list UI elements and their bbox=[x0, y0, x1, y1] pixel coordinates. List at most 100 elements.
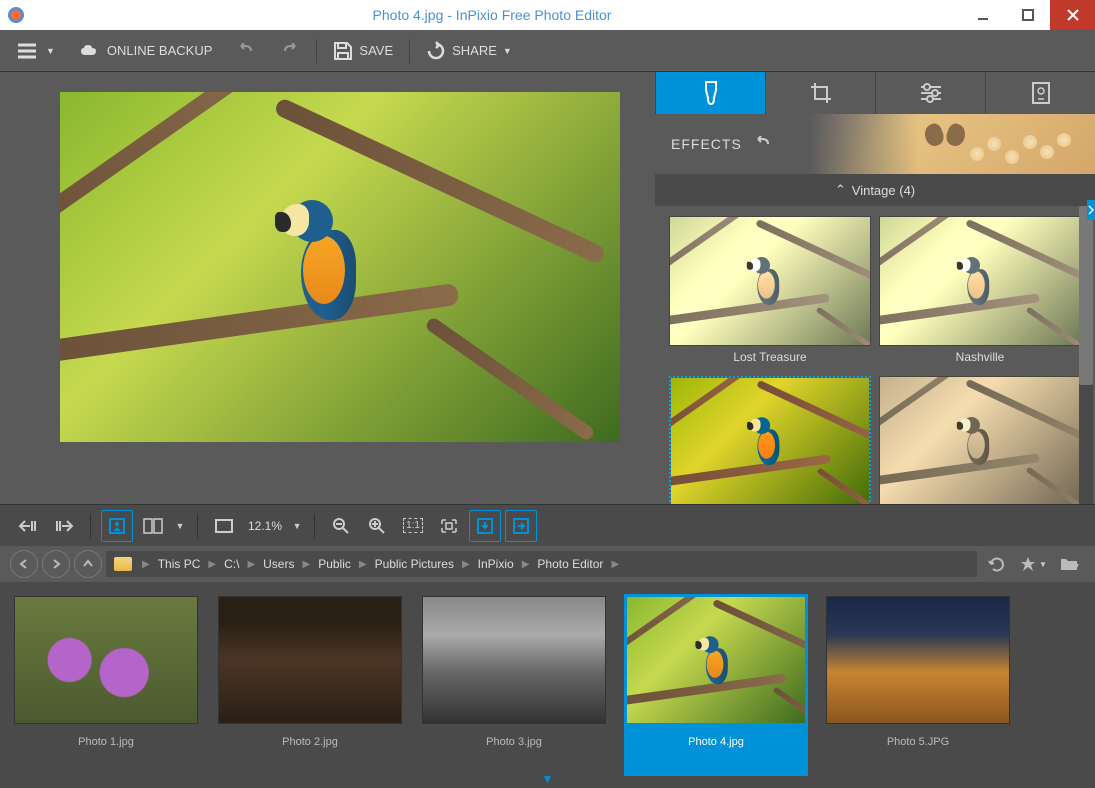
film-label: Photo 5.JPG bbox=[826, 724, 1010, 748]
breadcrumb-path[interactable]: ▶ This PC▶C:\▶Users▶Public▶Public Pictur… bbox=[106, 551, 977, 577]
breadcrumb-arrow: ▶ bbox=[520, 559, 532, 570]
breadcrumb-segment[interactable]: Public Pictures bbox=[371, 557, 458, 571]
minimize-button[interactable] bbox=[960, 0, 1005, 30]
close-button[interactable] bbox=[1050, 0, 1095, 30]
film-thumb bbox=[14, 596, 198, 724]
filmstrip-item[interactable]: Photo 2.jpg bbox=[218, 596, 402, 774]
filmstrip-item[interactable]: Photo 4.jpg bbox=[624, 594, 808, 776]
export-button[interactable] bbox=[505, 510, 537, 542]
open-folder-button[interactable] bbox=[1053, 548, 1085, 580]
zoom-actual-button[interactable]: 1:1 bbox=[397, 510, 429, 542]
breadcrumb-arrow: ▶ bbox=[357, 559, 369, 570]
effects-category-header[interactable]: ⌃ Vintage (4) bbox=[655, 174, 1095, 206]
right-panel: EFFECTS ⌃ Vintage (4) Lost Treasure Nashv… bbox=[655, 72, 1095, 504]
share-icon bbox=[426, 41, 446, 61]
favorites-button[interactable]: ▼ bbox=[1017, 548, 1049, 580]
film-label: Photo 1.jpg bbox=[14, 724, 198, 748]
online-backup-button[interactable]: ONLINE BACKUP bbox=[71, 39, 220, 63]
butterfly-decoration bbox=[925, 124, 965, 156]
breadcrumb-segment[interactable]: Public bbox=[314, 557, 355, 571]
breadcrumb-bar: ▶ This PC▶C:\▶Users▶Public▶Public Pictur… bbox=[0, 546, 1095, 582]
app-icon bbox=[8, 7, 24, 23]
effect-lost-treasure[interactable]: Lost Treasure bbox=[669, 216, 871, 368]
tab-frames[interactable] bbox=[985, 72, 1095, 114]
effect-past[interactable]: Past bbox=[669, 376, 871, 504]
save-button[interactable]: SAVE bbox=[325, 37, 401, 65]
effect-label: Nashville bbox=[879, 346, 1081, 368]
next-image-button[interactable] bbox=[48, 510, 80, 542]
film-thumb bbox=[422, 596, 606, 724]
film-thumb bbox=[218, 596, 402, 724]
effect-thumb bbox=[669, 216, 871, 346]
folder-icon bbox=[114, 557, 132, 571]
filmstrip-item[interactable]: Photo 3.jpg bbox=[422, 596, 606, 774]
breadcrumb-arrow: ▶ bbox=[245, 559, 257, 570]
film-label: Photo 3.jpg bbox=[422, 724, 606, 748]
effect-nashville[interactable]: Nashville bbox=[879, 216, 1081, 368]
zoom-value: 12.1% bbox=[244, 519, 286, 533]
maximize-button[interactable] bbox=[1005, 0, 1050, 30]
main-image bbox=[60, 92, 620, 442]
redo-button[interactable] bbox=[272, 39, 308, 63]
view-single-button[interactable] bbox=[101, 510, 133, 542]
filmstrip: Photo 1.jpg Photo 2.jpg Photo 3.jpg Photo 4… bbox=[0, 582, 1095, 788]
effect-thumb bbox=[879, 376, 1081, 504]
canvas-viewport[interactable] bbox=[0, 72, 655, 504]
fit-screen-button[interactable] bbox=[208, 510, 240, 542]
effects-header: EFFECTS bbox=[655, 114, 1095, 174]
breadcrumb-arrow: ▶ bbox=[300, 559, 312, 570]
breadcrumb-segment[interactable]: InPixio bbox=[474, 557, 518, 571]
nav-back-button[interactable] bbox=[10, 550, 38, 578]
save-label: SAVE bbox=[359, 43, 393, 58]
category-label: Vintage (4) bbox=[852, 183, 915, 198]
scrollbar-thumb[interactable] bbox=[1079, 206, 1093, 385]
undo-button[interactable] bbox=[228, 39, 264, 63]
share-label: SHARE bbox=[452, 43, 497, 58]
zoom-fit-button[interactable] bbox=[433, 510, 465, 542]
tab-adjust[interactable] bbox=[875, 72, 985, 114]
backup-label: ONLINE BACKUP bbox=[107, 43, 212, 58]
nav-up-button[interactable] bbox=[74, 550, 102, 578]
chevron-up-icon: ⌃ bbox=[835, 182, 846, 198]
prev-image-button[interactable] bbox=[12, 510, 44, 542]
breadcrumb-segment[interactable]: Photo Editor bbox=[533, 557, 607, 571]
filmstrip-item[interactable]: Photo 5.JPG bbox=[826, 596, 1010, 774]
menu-button[interactable]: ▼ bbox=[10, 38, 63, 64]
save-icon bbox=[333, 41, 353, 61]
view-compare-dropdown[interactable]: ▼ bbox=[173, 510, 187, 542]
effect-sepia[interactable]: Sepia bbox=[879, 376, 1081, 504]
share-button[interactable]: SHARE ▼ bbox=[418, 37, 520, 65]
effects-grid: Lost Treasure Nashville PastSepia bbox=[655, 206, 1095, 504]
import-button[interactable] bbox=[469, 510, 501, 542]
zoom-in-button[interactable] bbox=[361, 510, 393, 542]
breadcrumb-arrow: ▶ bbox=[609, 559, 621, 570]
filmstrip-collapse-icon[interactable]: ▼ bbox=[542, 772, 554, 786]
view-compare-button[interactable] bbox=[137, 510, 169, 542]
window-title: Photo 4.jpg - InPixio Free Photo Editor bbox=[24, 7, 960, 23]
refresh-button[interactable] bbox=[981, 548, 1013, 580]
film-label: Photo 2.jpg bbox=[218, 724, 402, 748]
zoom-dropdown[interactable]: ▼ bbox=[290, 510, 304, 542]
breadcrumb-arrow: ▶ bbox=[206, 559, 218, 570]
effects-reset-icon[interactable] bbox=[754, 136, 772, 152]
tab-effects[interactable] bbox=[655, 72, 765, 114]
breadcrumb-arrow: ▶ bbox=[460, 559, 472, 570]
breadcrumb-segment[interactable]: Users bbox=[259, 557, 298, 571]
cloud-icon bbox=[79, 43, 101, 59]
canvas-area bbox=[0, 72, 655, 504]
breadcrumb-segment[interactable]: This PC bbox=[154, 557, 205, 571]
effect-thumb bbox=[669, 376, 871, 504]
effect-thumb bbox=[879, 216, 1081, 346]
effects-title: EFFECTS bbox=[671, 136, 742, 152]
film-thumb bbox=[626, 596, 806, 724]
nav-forward-button[interactable] bbox=[42, 550, 70, 578]
view-toolbar: ▼ 12.1% ▼ 1:1 bbox=[0, 504, 1095, 546]
breadcrumb-segment[interactable]: C:\ bbox=[220, 557, 243, 571]
titlebar: Photo 4.jpg - InPixio Free Photo Editor bbox=[0, 0, 1095, 30]
filmstrip-item[interactable]: Photo 1.jpg bbox=[14, 596, 198, 774]
zoom-out-button[interactable] bbox=[325, 510, 357, 542]
film-thumb bbox=[826, 596, 1010, 724]
panel-expand-handle[interactable] bbox=[1087, 200, 1095, 220]
tab-crop[interactable] bbox=[765, 72, 875, 114]
main-toolbar: ▼ ONLINE BACKUP SAVE SHARE ▼ bbox=[0, 30, 1095, 72]
